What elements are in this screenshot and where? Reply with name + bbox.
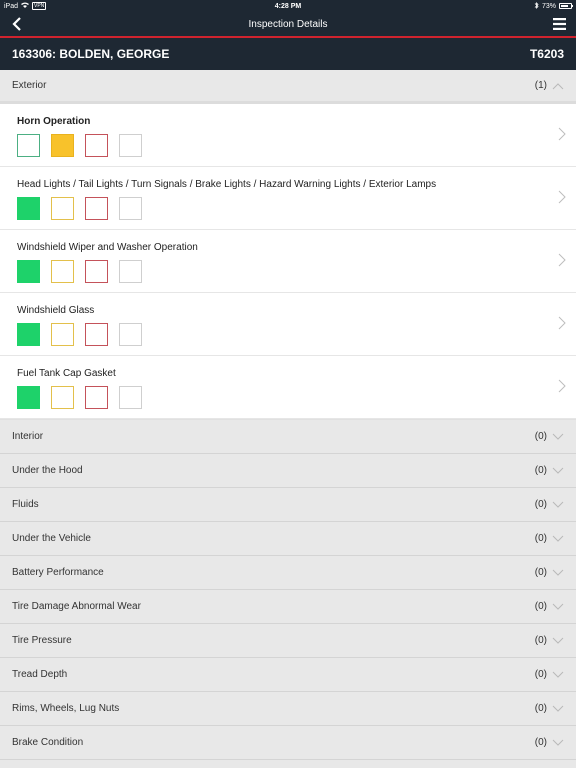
chevron-down-icon [552,603,564,610]
inspection-item[interactable]: Windshield Glass [0,293,576,356]
attention-checkbox[interactable] [51,260,74,283]
item-title: Windshield Wiper and Washer Operation [17,242,198,253]
unit-number: T6203 [529,47,564,61]
section-count: (0) [534,601,547,612]
inspection-item[interactable]: Head Lights / Tail Lights / Turn Signals… [0,167,576,230]
section-interior[interactable]: Interior (0) [0,420,576,454]
section-tread-depth[interactable]: Tread Depth (0) [0,658,576,692]
chevron-down-icon [552,569,564,576]
section-label: Fluids [12,499,39,510]
item-title: Horn Operation [17,116,91,127]
inspection-item[interactable]: Horn Operation [0,104,576,167]
fail-checkbox[interactable] [85,134,108,157]
chevron-right-icon [558,379,566,393]
chevron-right-icon [558,316,566,330]
chevron-right-icon [558,127,566,141]
section-count: (0) [534,533,547,544]
item-title: Head Lights / Tail Lights / Turn Signals… [17,179,437,190]
section-label: Battery Performance [12,567,104,578]
battery-icon [559,3,573,9]
section-count: (0) [534,737,547,748]
section-fluids[interactable]: Fluids (0) [0,488,576,522]
na-checkbox[interactable] [119,134,142,157]
fail-checkbox[interactable] [85,323,108,346]
page-title: Inspection Details [248,18,328,30]
fail-checkbox[interactable] [85,260,108,283]
item-title: Windshield Glass [17,305,95,316]
section-count: (0) [534,669,547,680]
section-count: (0) [534,703,547,714]
attention-checkbox[interactable] [51,386,74,409]
inspection-item[interactable]: Fuel Tank Cap Gasket [0,356,576,419]
section-count: (0) [534,567,547,578]
section-label: Under the Vehicle [12,533,91,544]
attention-checkbox[interactable] [51,323,74,346]
hamburger-menu-icon [552,18,566,30]
pass-checkbox[interactable] [17,134,40,157]
section-label: Under the Hood [12,465,83,476]
section-brake-condition[interactable]: Brake Condition (0) [0,726,576,760]
chevron-down-icon [552,705,564,712]
section-tire-pressure[interactable]: Tire Pressure (0) [0,624,576,658]
chevron-down-icon [552,671,564,678]
back-button[interactable] [8,15,26,33]
chevron-down-icon [552,467,564,474]
section-under-the-vehicle[interactable]: Under the Vehicle (0) [0,522,576,556]
chevron-down-icon [552,535,564,542]
section-count: (0) [534,465,547,476]
exterior-items: Horn Operation Head Lights / Tail Lights… [0,104,576,420]
section-tire-damage[interactable]: Tire Damage Abnormal Wear (0) [0,590,576,624]
collapsed-sections: Interior (0) Under the Hood (0) Fluids (… [0,420,576,768]
chevron-left-icon [12,17,21,31]
section-battery-performance[interactable]: Battery Performance (0) [0,556,576,590]
section-label: Interior [12,431,44,442]
chevron-down-icon [552,637,564,644]
section-label: Rims, Wheels, Lug Nuts [12,703,120,714]
attention-checkbox[interactable] [51,197,74,220]
pass-checkbox[interactable] [17,197,40,220]
section-count: (1) [534,80,547,91]
status-time: 4:28 PM [274,2,302,10]
chevron-up-icon [552,82,564,89]
pass-checkbox[interactable] [17,323,40,346]
item-title: Fuel Tank Cap Gasket [17,368,116,379]
section-label: Tire Pressure [12,635,72,646]
chevron-right-icon [558,190,566,204]
section-under-the-hood[interactable]: Under the Hood (0) [0,454,576,488]
fail-checkbox[interactable] [85,386,108,409]
menu-button[interactable] [550,15,568,33]
inspection-item[interactable]: Windshield Wiper and Washer Operation [0,230,576,293]
section-label: Tire Damage Abnormal Wear [12,601,141,612]
chevron-down-icon [552,739,564,746]
fail-checkbox[interactable] [85,197,108,220]
employee-name: 163306: BOLDEN, GEORGE [12,47,170,61]
section-label: Exterior [12,80,47,91]
section-count: (0) [534,635,547,646]
pass-checkbox[interactable] [17,260,40,283]
status-bar: iPad VPN 4:28 PM 73% [0,0,576,12]
section-more [0,760,576,768]
inspection-header: 163306: BOLDEN, GEORGE T6203 [0,38,576,70]
section-count: (0) [534,499,547,510]
chevron-right-icon [558,253,566,267]
chevron-down-icon [552,501,564,508]
na-checkbox[interactable] [119,197,142,220]
section-label: Tread Depth [12,669,68,680]
na-checkbox[interactable] [119,386,142,409]
chevron-down-icon [552,433,564,440]
nav-bar: Inspection Details [0,12,576,36]
section-label: Brake Condition [12,737,84,748]
attention-checkbox[interactable] [51,134,74,157]
section-rims-wheels[interactable]: Rims, Wheels, Lug Nuts (0) [0,692,576,726]
pass-checkbox[interactable] [17,386,40,409]
na-checkbox[interactable] [119,260,142,283]
section-count: (0) [534,431,547,442]
na-checkbox[interactable] [119,323,142,346]
section-exterior[interactable]: Exterior (1) [0,70,576,104]
